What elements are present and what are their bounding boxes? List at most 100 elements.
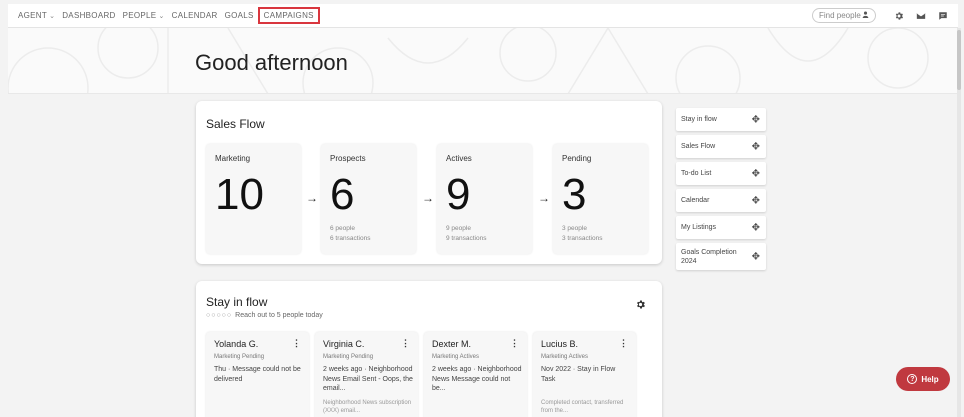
main-nav: AGENT ⌄ DASHBOARD PEOPLE ⌄ CALENDAR GOAL… xyxy=(8,4,327,27)
drag-handle-icon[interactable]: ✥ xyxy=(752,195,760,206)
nav-agent[interactable]: AGENT ⌄ xyxy=(18,11,55,20)
find-people-input[interactable]: Find people xyxy=(812,8,876,23)
person-note: Neighborhood News subscription (XXX) ema… xyxy=(323,400,412,414)
drag-handle-icon[interactable]: ✥ xyxy=(752,168,760,179)
stage-label: Pending xyxy=(562,154,592,163)
person-last-activity: 2 weeks ago · Neighborhood News Message … xyxy=(432,366,522,392)
nav-dashboard[interactable]: DASHBOARD xyxy=(62,11,115,20)
stage-count: 3 xyxy=(562,170,587,219)
stage-actives[interactable]: Actives 9 9 people 9 transactions xyxy=(437,144,532,254)
person-name: Yolanda G. xyxy=(214,339,259,349)
mail-icon[interactable] xyxy=(914,9,928,23)
widget-label: My Listings xyxy=(681,224,717,231)
person-card[interactable]: Yolanda G. ⋮ Marketing Pending Thu · Mes… xyxy=(206,332,309,417)
person-last-activity: 2 weeks ago · Neighborhood News Email Se… xyxy=(323,366,413,392)
stage-people-count: 9 people xyxy=(446,225,471,232)
person-name: Lucius B. xyxy=(541,339,579,349)
stay-in-flow-card: Stay in flow ○○○○○ Reach out to 5 people … xyxy=(196,281,662,417)
drag-handle-icon[interactable]: ✥ xyxy=(752,114,760,125)
stage-transactions-count: 9 transactions xyxy=(446,235,487,242)
question-circle-icon: ? xyxy=(907,374,918,384)
reach-out-text: Reach out to 5 people today xyxy=(235,312,323,319)
flow-arrow: → xyxy=(538,191,550,205)
stage-marketing[interactable]: Marketing 10 xyxy=(206,144,301,254)
person-last-activity: Thu · Message could not be delivered xyxy=(214,366,301,383)
nav-campaigns[interactable]: CAMPAIGNS xyxy=(257,7,320,24)
stay-in-flow-title: Stay in flow xyxy=(206,295,268,309)
stay-in-flow-subtitle: ○○○○○ Reach out to 5 people today xyxy=(206,312,323,319)
greeting-heading: Good afternoon xyxy=(195,50,348,75)
nav-goals[interactable]: GOALS xyxy=(225,11,254,20)
person-stage: Marketing Actives xyxy=(541,354,589,360)
drag-handle-icon[interactable]: ✥ xyxy=(752,222,760,233)
more-menu-icon[interactable]: ⋮ xyxy=(292,338,301,349)
stage-people-count: 3 people xyxy=(562,225,587,232)
nav-goals-label: GOALS xyxy=(224,11,254,20)
person-card[interactable]: Lucius B. ⋮ Marketing Actives Nov 2022 ·… xyxy=(533,332,636,417)
widget-label: Stay in flow xyxy=(681,116,717,123)
nav-agent-label: AGENT xyxy=(18,11,48,20)
hero-banner: Good afternoon xyxy=(8,28,958,94)
widget-todo-list[interactable]: To-do List ✥ xyxy=(676,162,766,185)
stage-people-count: 6 people xyxy=(330,225,355,232)
progress-dots: ○○○○○ xyxy=(206,312,233,319)
chevron-down-icon: ⌄ xyxy=(49,12,56,20)
person-name: Dexter M. xyxy=(432,339,472,349)
chat-icon[interactable] xyxy=(936,9,950,23)
widget-label: Goals Completion 2024 xyxy=(681,248,737,265)
widget-stay-in-flow[interactable]: Stay in flow ✥ xyxy=(676,108,766,131)
chevron-down-icon: ⌄ xyxy=(158,12,165,20)
stage-count: 10 xyxy=(215,170,264,219)
person-card[interactable]: Dexter M. ⋮ Marketing Actives 2 weeks ag… xyxy=(424,332,527,417)
widget-label: Sales Flow xyxy=(681,143,716,150)
user-icon xyxy=(862,11,869,20)
stage-count: 6 xyxy=(330,170,355,219)
more-menu-icon[interactable]: ⋮ xyxy=(401,338,410,349)
drag-handle-icon[interactable]: ✥ xyxy=(752,141,760,152)
widget-label: To-do List xyxy=(681,170,712,177)
widget-label: Calendar xyxy=(681,197,710,204)
person-card[interactable]: Virginia C. ⋮ Marketing Pending 2 weeks … xyxy=(315,332,418,417)
help-label: Help xyxy=(921,374,939,384)
more-menu-icon[interactable]: ⋮ xyxy=(619,338,628,349)
top-navigation-bar: AGENT ⌄ DASHBOARD PEOPLE ⌄ CALENDAR GOAL… xyxy=(8,4,958,28)
stage-label: Actives xyxy=(446,154,472,163)
stage-count: 9 xyxy=(446,170,471,219)
top-right-tools: Find people xyxy=(812,8,958,23)
flow-arrow: → xyxy=(306,191,318,205)
sales-flow-card: Sales Flow Marketing 10 → Prospects 6 6 … xyxy=(196,101,662,264)
person-last-activity: Nov 2022 · Stay in Flow Task xyxy=(541,366,616,383)
stage-pending[interactable]: Pending 3 3 people 3 transactions xyxy=(553,144,648,254)
widget-goals-completion[interactable]: Goals Completion 2024 ✥ xyxy=(676,243,766,270)
settings-gear-icon[interactable] xyxy=(635,297,646,309)
person-name: Virginia C. xyxy=(323,339,365,349)
stage-label: Prospects xyxy=(330,154,366,163)
person-stage: Marketing Actives xyxy=(432,354,480,360)
sales-flow-title: Sales Flow xyxy=(206,117,265,131)
flow-arrow: → xyxy=(422,191,434,205)
hero-background-pattern xyxy=(8,28,929,93)
scrollbar-thumb[interactable] xyxy=(957,30,961,90)
gear-icon[interactable] xyxy=(892,9,906,23)
widget-sales-flow[interactable]: Sales Flow ✥ xyxy=(676,135,766,158)
stage-transactions-count: 3 transactions xyxy=(562,235,603,242)
person-note: Completed contact, transferred from the.… xyxy=(541,400,624,414)
nav-calendar[interactable]: CALENDAR xyxy=(172,11,218,20)
nav-campaigns-label: CAMPAIGNS xyxy=(263,11,314,20)
person-stage: Marketing Pending xyxy=(214,354,265,360)
nav-calendar-label: CALENDAR xyxy=(171,11,218,20)
nav-people[interactable]: PEOPLE ⌄ xyxy=(123,11,165,20)
help-button[interactable]: ? Help xyxy=(896,367,950,391)
drag-handle-icon[interactable]: ✥ xyxy=(752,252,760,262)
nav-people-label: PEOPLE xyxy=(122,11,157,20)
more-menu-icon[interactable]: ⋮ xyxy=(510,338,519,349)
widget-calendar[interactable]: Calendar ✥ xyxy=(676,189,766,212)
stage-prospects[interactable]: Prospects 6 6 people 6 transactions xyxy=(321,144,416,254)
widget-list: Stay in flow ✥ Sales Flow ✥ To-do List ✥… xyxy=(676,108,766,274)
stage-transactions-count: 6 transactions xyxy=(330,235,371,242)
widget-my-listings[interactable]: My Listings ✥ xyxy=(676,216,766,239)
nav-dashboard-label: DASHBOARD xyxy=(62,11,116,20)
person-stage: Marketing Pending xyxy=(323,354,374,360)
stage-label: Marketing xyxy=(215,154,251,163)
find-people-placeholder: Find people xyxy=(819,11,861,20)
